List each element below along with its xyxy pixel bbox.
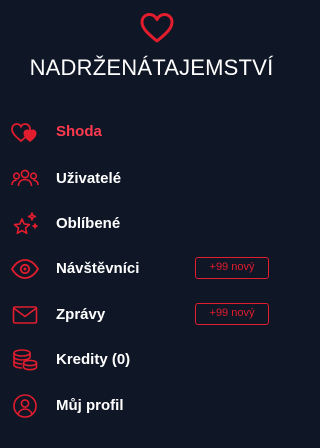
menu-item-label: Můj profil (56, 397, 124, 414)
hearts-icon (10, 118, 40, 146)
menu-item-kredity[interactable]: Kredity (0) (0, 340, 303, 380)
brand-logo[interactable]: NADRŽENÁTAJEMSTVÍ (0, 0, 303, 100)
brand-name: NADRŽENÁTAJEMSTVÍ (29, 55, 274, 80)
users-icon (10, 165, 40, 193)
heart-icon (140, 13, 174, 43)
menu-item-zpravy[interactable]: Zprávy +99 nový (0, 295, 303, 335)
menu-item-uzivatele[interactable]: Uživatelé (0, 159, 303, 199)
menu-item-label: Uživatelé (56, 170, 122, 187)
menu-item-navstevnici[interactable]: Návštěvníci +99 nový (0, 249, 303, 289)
menu-item-label: Oblíbené (56, 215, 121, 232)
menu-item-label: Návštěvníci (56, 260, 140, 277)
eye-icon (10, 255, 40, 283)
menu-item-oblibene[interactable]: Oblíbené (0, 204, 303, 244)
new-visitors-badge: +99 nový (195, 257, 269, 279)
menu-item-label: Shoda (56, 123, 102, 140)
user-circle-icon (10, 392, 40, 420)
menu-item-label: Zprávy (56, 306, 106, 323)
new-messages-badge: +99 nový (195, 303, 269, 325)
menu-item-shoda[interactable]: Shoda (0, 112, 303, 152)
coins-icon (10, 346, 40, 374)
envelope-icon (10, 301, 40, 329)
sparkle-star-icon (10, 210, 40, 238)
menu-item-label: Kredity (0) (56, 351, 131, 368)
menu-item-muj-profil[interactable]: Můj profil (0, 386, 303, 426)
